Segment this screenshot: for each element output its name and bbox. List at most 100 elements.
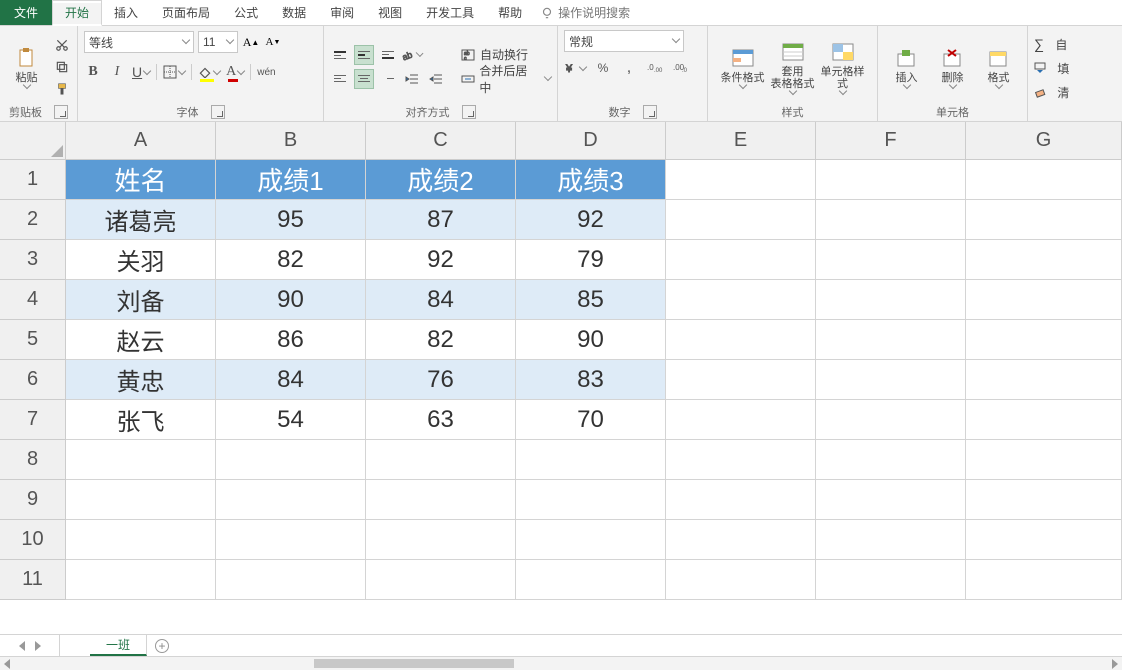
cell[interactable] <box>516 520 666 560</box>
cell[interactable] <box>666 320 816 360</box>
cell[interactable]: 70 <box>516 400 666 440</box>
align-right-button[interactable] <box>378 69 398 89</box>
cell[interactable] <box>816 440 966 480</box>
col-header-G[interactable]: G <box>966 122 1122 160</box>
cell[interactable]: 86 <box>216 320 366 360</box>
delete-cells-button[interactable]: 删除 <box>933 34 973 100</box>
cell[interactable] <box>516 560 666 600</box>
spreadsheet-grid[interactable]: ABCDEFG 1234567891011 姓名成绩1成绩2成绩3诸葛亮9587… <box>0 122 1122 634</box>
cell[interactable] <box>966 360 1122 400</box>
increase-decimal-button[interactable]: .0.00 <box>646 58 664 78</box>
increase-font-button[interactable]: A▲ <box>242 32 260 52</box>
cell[interactable]: 成绩3 <box>516 160 666 200</box>
cell[interactable] <box>666 480 816 520</box>
col-header-A[interactable]: A <box>66 122 216 160</box>
font-color-button[interactable]: A <box>226 62 244 82</box>
cell[interactable] <box>66 560 216 600</box>
cell[interactable]: 90 <box>516 320 666 360</box>
align-center-button[interactable] <box>354 69 374 89</box>
copy-button[interactable] <box>53 58 71 76</box>
cell[interactable] <box>666 200 816 240</box>
cell[interactable] <box>66 440 216 480</box>
decrease-decimal-button[interactable]: .00.0 <box>672 58 690 78</box>
cell[interactable]: 82 <box>366 320 516 360</box>
tab-开发工具[interactable]: 开发工具 <box>414 0 486 25</box>
cell[interactable]: 76 <box>366 360 516 400</box>
tab-开始[interactable]: 开始 <box>52 0 102 26</box>
row-header-8[interactable]: 8 <box>0 440 66 480</box>
col-header-D[interactable]: D <box>516 122 666 160</box>
cell[interactable] <box>666 520 816 560</box>
sheet-tab-active[interactable]: 一班 <box>90 635 147 656</box>
cell[interactable] <box>366 560 516 600</box>
format-table-button[interactable]: 套用 表格格式 <box>771 34 815 100</box>
borders-button[interactable] <box>163 62 185 82</box>
cell[interactable] <box>66 480 216 520</box>
cell[interactable]: 张飞 <box>66 400 216 440</box>
fill-button[interactable]: 填 <box>1034 58 1116 78</box>
cell[interactable] <box>816 280 966 320</box>
cell[interactable] <box>516 440 666 480</box>
col-header-F[interactable]: F <box>816 122 966 160</box>
cell[interactable] <box>816 160 966 200</box>
cell[interactable] <box>966 320 1122 360</box>
new-sheet-button[interactable]: + <box>147 635 177 656</box>
format-painter-button[interactable] <box>53 80 71 98</box>
accounting-format-button[interactable]: ¥ <box>564 58 586 78</box>
cell[interactable]: 87 <box>366 200 516 240</box>
align-left-button[interactable] <box>330 69 350 89</box>
decrease-font-button[interactable]: A▼ <box>264 32 282 52</box>
cell[interactable] <box>216 440 366 480</box>
cell[interactable]: 79 <box>516 240 666 280</box>
cell[interactable]: 黄忠 <box>66 360 216 400</box>
cell[interactable]: 84 <box>216 360 366 400</box>
cell[interactable] <box>216 480 366 520</box>
cell[interactable] <box>816 520 966 560</box>
cell[interactable]: 关羽 <box>66 240 216 280</box>
conditional-format-button[interactable]: 条件格式 <box>721 34 765 100</box>
horizontal-scrollbar[interactable] <box>0 656 1122 670</box>
cell[interactable]: 90 <box>216 280 366 320</box>
col-header-E[interactable]: E <box>666 122 816 160</box>
tab-帮助[interactable]: 帮助 <box>486 0 534 25</box>
col-header-C[interactable]: C <box>366 122 516 160</box>
cell[interactable] <box>216 560 366 600</box>
cell[interactable]: 刘备 <box>66 280 216 320</box>
row-header-7[interactable]: 7 <box>0 400 66 440</box>
dialog-launcher-icon[interactable] <box>462 105 476 119</box>
col-header-B[interactable]: B <box>216 122 366 160</box>
cell[interactable] <box>966 400 1122 440</box>
row-header-9[interactable]: 9 <box>0 480 66 520</box>
autosum-button[interactable]: ∑ 自 <box>1034 34 1116 54</box>
cell[interactable] <box>366 440 516 480</box>
cell[interactable] <box>966 520 1122 560</box>
cell[interactable]: 84 <box>366 280 516 320</box>
cell[interactable]: 92 <box>516 200 666 240</box>
scroll-right-button[interactable] <box>1108 657 1122 670</box>
cell[interactable] <box>66 520 216 560</box>
cell[interactable] <box>966 440 1122 480</box>
tab-插入[interactable]: 插入 <box>102 0 150 25</box>
sheet-nav[interactable] <box>0 635 60 656</box>
cell[interactable] <box>216 520 366 560</box>
cell[interactable]: 85 <box>516 280 666 320</box>
cell[interactable] <box>666 440 816 480</box>
cell[interactable]: 83 <box>516 360 666 400</box>
cell[interactable]: 63 <box>366 400 516 440</box>
scroll-left-button[interactable] <box>0 657 14 670</box>
italic-button[interactable]: I <box>108 62 126 82</box>
cell[interactable]: 95 <box>216 200 366 240</box>
tab-公式[interactable]: 公式 <box>222 0 270 25</box>
row-header-4[interactable]: 4 <box>0 280 66 320</box>
row-header-6[interactable]: 6 <box>0 360 66 400</box>
cell[interactable]: 诸葛亮 <box>66 200 216 240</box>
comma-button[interactable]: , <box>620 58 638 78</box>
cell[interactable]: 92 <box>366 240 516 280</box>
row-header-1[interactable]: 1 <box>0 160 66 200</box>
tab-页面布局[interactable]: 页面布局 <box>150 0 222 25</box>
tab-file[interactable]: 文件 <box>0 0 52 25</box>
cell[interactable]: 成绩2 <box>366 160 516 200</box>
cell[interactable] <box>816 240 966 280</box>
orientation-button[interactable]: ab <box>402 45 422 65</box>
cell[interactable] <box>516 480 666 520</box>
